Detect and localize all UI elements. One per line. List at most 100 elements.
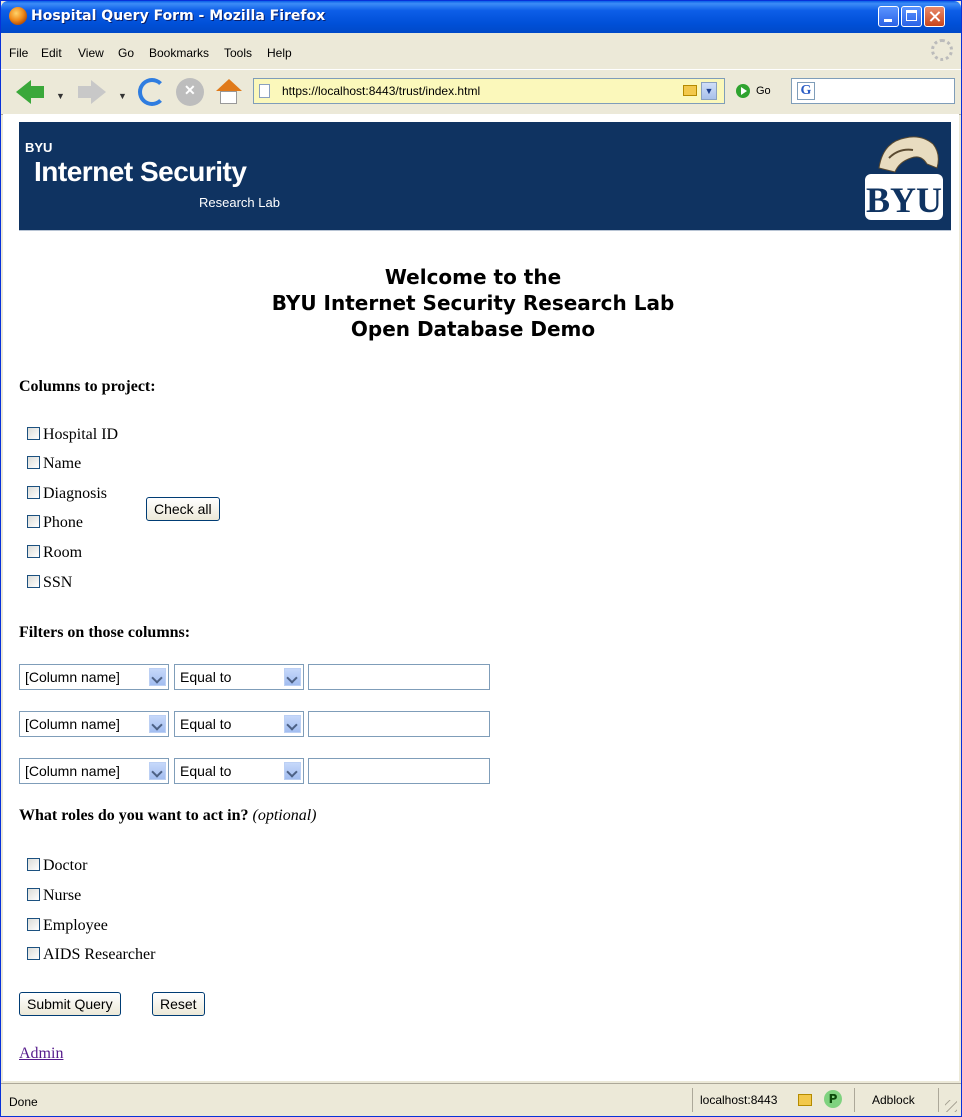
chevron-down-icon[interactable] <box>284 668 301 686</box>
url-dropdown-icon[interactable]: ▼ <box>701 82 717 100</box>
go-label[interactable]: Go <box>756 85 771 97</box>
lock-icon[interactable] <box>798 1094 812 1106</box>
byu-cougar-logo: BYU <box>865 136 943 220</box>
forward-arrow-icon[interactable] <box>78 78 106 106</box>
checkbox[interactable] <box>27 427 40 440</box>
menu-bar: File Edit View Go Bookmarks Tools Help <box>1 35 961 67</box>
google-icon[interactable]: G <box>797 82 815 100</box>
filter-value-input[interactable] <box>308 711 490 737</box>
reset-button[interactable]: Reset <box>152 992 205 1016</box>
role-option[interactable]: AIDS Researcher <box>27 946 155 966</box>
column-option-label: Room <box>43 544 83 561</box>
filter-value-input[interactable] <box>308 664 490 690</box>
url-bar[interactable]: https://localhost:8443/trust/index.html … <box>253 78 725 104</box>
column-option[interactable]: Room <box>27 544 82 564</box>
svg-text:BYU: BYU <box>866 180 942 220</box>
checkbox[interactable] <box>27 515 40 528</box>
optional-note: (optional) <box>252 807 317 824</box>
window-title: Hospital Query Form - Mozilla Firefox <box>31 8 326 24</box>
column-option[interactable]: SSN <box>27 574 72 594</box>
header-banner: BYU Internet Security Research Lab BYU <box>19 122 951 231</box>
status-divider <box>854 1088 855 1112</box>
minimize-button[interactable] <box>878 6 899 27</box>
column-select[interactable]: [Column name] <box>19 758 169 784</box>
operator-select[interactable]: Equal to <box>174 711 304 737</box>
column-select[interactable]: [Column name] <box>19 664 169 690</box>
role-option[interactable]: Employee <box>27 917 108 937</box>
status-text: Done <box>9 1095 38 1109</box>
check-all-button[interactable]: Check all <box>146 497 220 521</box>
filter-value-input[interactable] <box>308 758 490 784</box>
checkbox[interactable] <box>27 918 40 931</box>
chevron-down-icon[interactable] <box>149 762 166 780</box>
menu-view[interactable]: View <box>78 46 104 60</box>
heading-line: Welcome to the <box>384 265 562 289</box>
back-dropdown-icon[interactable]: ▼ <box>56 91 65 101</box>
column-option-label: Hospital ID <box>43 426 119 443</box>
adblock-label[interactable]: Adblock <box>872 1093 915 1107</box>
home-icon[interactable] <box>214 78 242 106</box>
column-option[interactable]: Hospital ID <box>27 426 118 446</box>
forward-dropdown-icon[interactable]: ▼ <box>118 91 127 101</box>
menu-go[interactable]: Go <box>118 46 134 60</box>
column-option-label: Name <box>43 455 82 472</box>
checkbox[interactable] <box>27 947 40 960</box>
admin-link[interactable]: Admin <box>19 1045 63 1063</box>
go-icon[interactable] <box>736 84 750 98</box>
chevron-down-icon[interactable] <box>149 668 166 686</box>
select-value: [Column name] <box>25 669 120 685</box>
stop-icon[interactable] <box>176 78 204 106</box>
search-input[interactable]: G <box>791 78 955 104</box>
back-arrow-icon[interactable] <box>16 78 44 106</box>
maximize-button[interactable] <box>901 6 922 27</box>
page-heading: Welcome to the BYU Internet Security Res… <box>3 264 943 342</box>
select-value: [Column name] <box>25 763 120 779</box>
chevron-down-icon[interactable] <box>284 715 301 733</box>
submit-query-button[interactable]: Submit Query <box>19 992 121 1016</box>
column-select[interactable]: [Column name] <box>19 711 169 737</box>
menu-help[interactable]: Help <box>267 46 292 60</box>
menu-edit[interactable]: Edit <box>41 46 62 60</box>
checkbox[interactable] <box>27 456 40 469</box>
filters-label: Filters on those columns: <box>19 624 191 641</box>
menu-tools[interactable]: Tools <box>224 46 252 60</box>
title-bar: Hospital Query Form - Mozilla Firefox <box>1 1 961 33</box>
p-icon[interactable]: P <box>824 1090 842 1108</box>
banner-byu-label: BYU <box>25 140 53 155</box>
column-option-label: SSN <box>43 574 73 591</box>
column-option-label: Phone <box>43 514 83 531</box>
lock-icon[interactable] <box>683 85 697 96</box>
throbber-icon <box>931 39 953 61</box>
status-divider <box>938 1088 939 1112</box>
checkbox[interactable] <box>27 486 40 499</box>
checkbox[interactable] <box>27 575 40 588</box>
menu-bookmarks[interactable]: Bookmarks <box>149 46 209 60</box>
column-option[interactable]: Diagnosis <box>27 485 107 505</box>
select-value: Equal to <box>180 716 232 732</box>
select-value: Equal to <box>180 763 232 779</box>
column-option[interactable]: Phone <box>27 514 83 534</box>
resize-grip-icon[interactable] <box>945 1100 957 1112</box>
role-option[interactable]: Nurse <box>27 887 81 907</box>
menu-file[interactable]: File <box>9 46 28 60</box>
checkbox[interactable] <box>27 888 40 901</box>
navigation-toolbar: ▼ ▼ https://localhost:8443/trust/index.h… <box>1 69 961 115</box>
chevron-down-icon[interactable] <box>284 762 301 780</box>
reload-icon[interactable] <box>138 78 166 106</box>
columns-label: Columns to project: <box>19 378 156 395</box>
select-value: Equal to <box>180 669 232 685</box>
role-option[interactable]: Doctor <box>27 857 87 877</box>
chevron-down-icon[interactable] <box>149 715 166 733</box>
role-option-label: Employee <box>43 917 108 934</box>
browser-window: Hospital Query Form - Mozilla Firefox Fi… <box>0 0 962 1117</box>
checkbox[interactable] <box>27 858 40 871</box>
checkbox[interactable] <box>27 545 40 558</box>
url-text: https://localhost:8443/trust/index.html <box>282 84 481 98</box>
operator-select[interactable]: Equal to <box>174 664 304 690</box>
page-content: BYU Internet Security Research Lab BYU W… <box>3 114 959 1081</box>
close-button[interactable] <box>924 6 945 27</box>
heading-line: Open Database Demo <box>350 317 596 341</box>
column-option[interactable]: Name <box>27 455 81 475</box>
status-divider <box>692 1088 693 1112</box>
operator-select[interactable]: Equal to <box>174 758 304 784</box>
